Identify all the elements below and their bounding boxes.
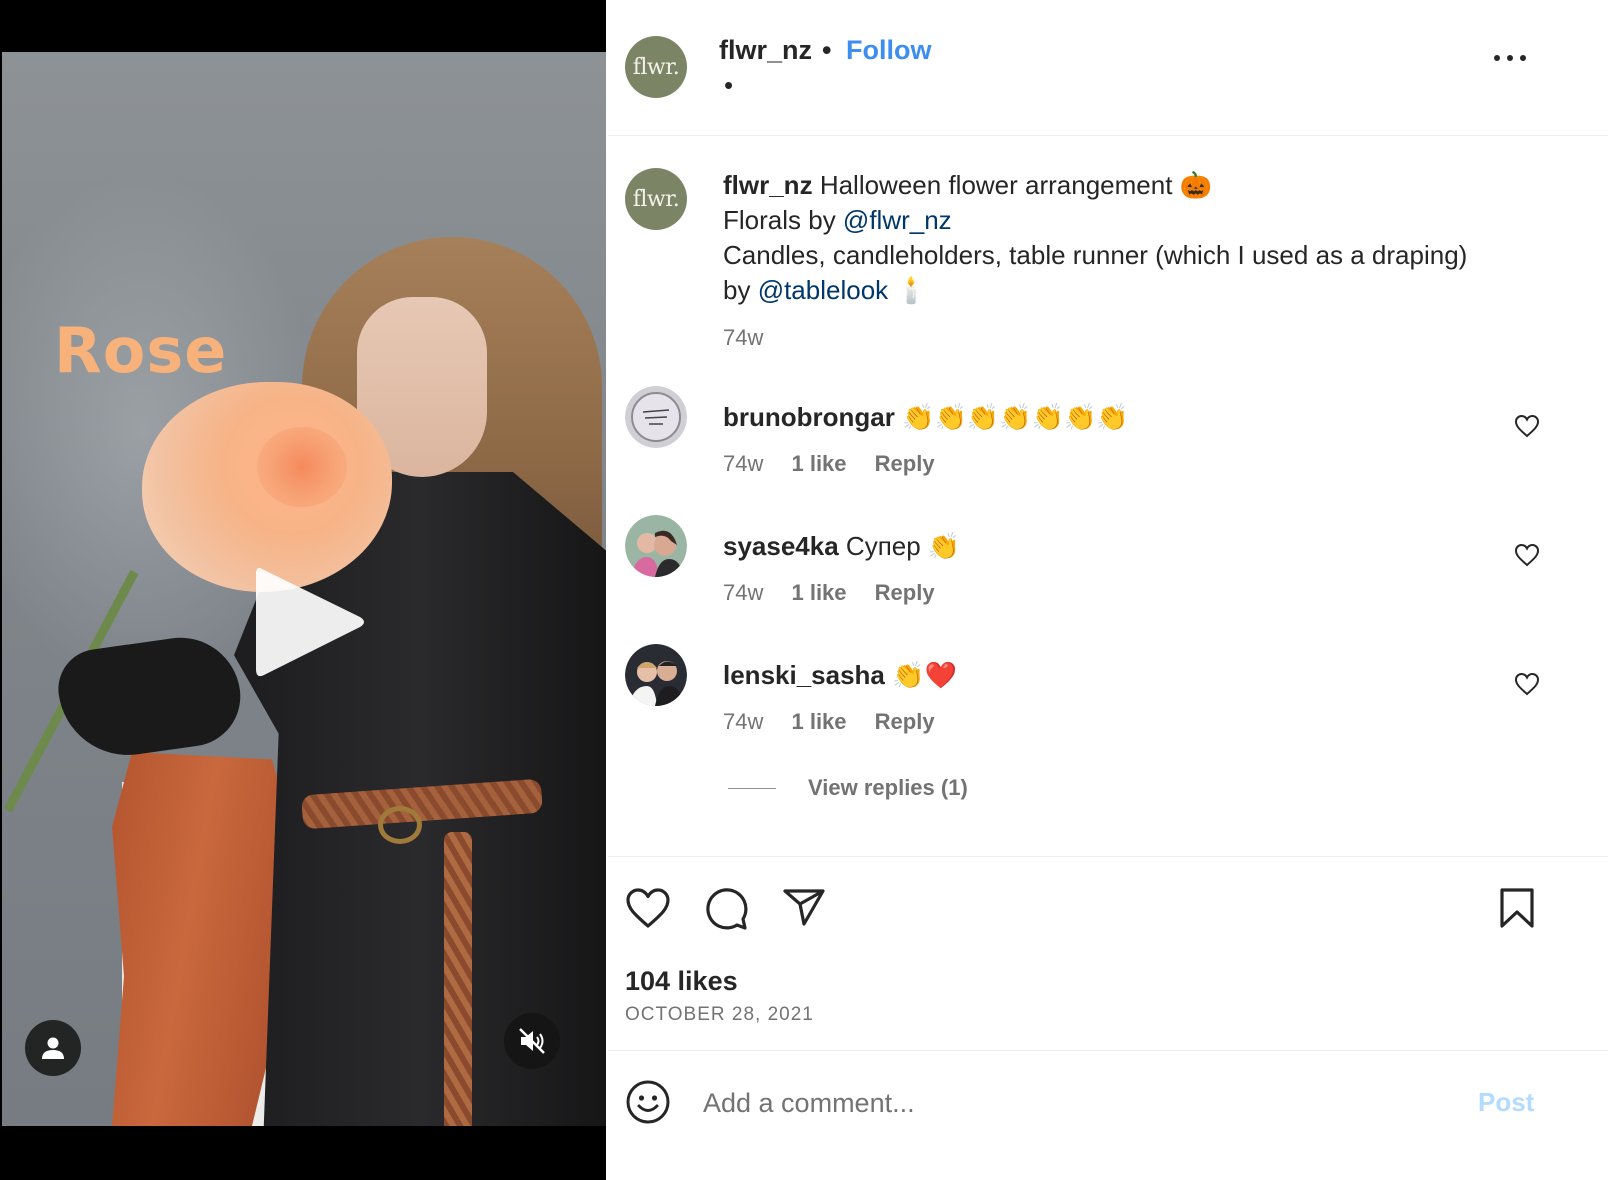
author-username[interactable]: flwr_nz (719, 35, 812, 66)
comment-meta: 74w 1 like Reply (723, 709, 957, 735)
more-options-icon[interactable] (1493, 52, 1527, 64)
comment-item: brunobrongar 👏👏👏👏👏👏👏 74w 1 like Reply (608, 386, 1608, 512)
comment-likes[interactable]: 1 like (791, 709, 846, 734)
reply-button[interactable]: Reply (875, 580, 935, 605)
rose-center (257, 427, 347, 507)
heart-icon[interactable] (625, 887, 671, 929)
caption-line-1: flwr_nz Halloween flower arrangement 🎃 (723, 168, 1523, 203)
reply-button[interactable]: Reply (875, 451, 935, 476)
comment-body: 👏👏👏👏👏👏👏 (894, 402, 1129, 432)
caption-florals-label: Florals by (723, 205, 843, 235)
comment-time[interactable]: 74w (723, 451, 763, 476)
post-details-panel: flwr. flwr_nz • Follow • flwr. flwr_nz H… (608, 0, 1608, 1180)
view-replies-button[interactable]: View replies (1) (728, 775, 968, 801)
candle-emoji: 🕯️ (888, 275, 928, 305)
comment-likes[interactable]: 1 like (791, 580, 846, 605)
caption-line-2: Florals by @flwr_nz (723, 203, 1523, 238)
caption-by-label: by (723, 275, 758, 305)
belt-buckle (378, 806, 422, 844)
header-separator: • (822, 35, 832, 65)
caption-text: flwr_nz Halloween flower arrangement 🎃 F… (723, 168, 1523, 355)
avatar-logo-text: flwr. (632, 54, 680, 80)
caption-username[interactable]: flwr_nz (723, 170, 813, 200)
comment-text: lenski_sasha 👏❤️ (723, 660, 957, 691)
post-header: flwr. flwr_nz • Follow • (608, 0, 1608, 136)
comment-text: syase4ka Супер 👏 (723, 531, 960, 562)
comment-icon[interactable] (704, 887, 748, 931)
mute-toggle-button[interactable] (504, 1013, 560, 1069)
view-replies-label[interactable]: View replies (1) (808, 775, 968, 801)
user-tag-icon (42, 1037, 64, 1059)
comment-body: Супер 👏 (838, 531, 961, 561)
instagram-post-view: Rose flwr. flwr_nz • Follow • flwr. flwr… (0, 0, 1608, 1180)
view-replies-divider (728, 787, 776, 789)
comment-likes[interactable]: 1 like (791, 451, 846, 476)
author-avatar[interactable]: flwr. (625, 36, 687, 98)
caption-title: Halloween flower arrangement 🎃 (819, 170, 1213, 200)
comment-item: syase4ka Супер 👏 74w 1 like Reply (608, 515, 1608, 641)
comment-time[interactable]: 74w (723, 580, 763, 605)
comment-item: lenski_sasha 👏❤️ 74w 1 like Reply (608, 644, 1608, 770)
avatar-image (625, 515, 687, 577)
caption-line-3: Candles, candleholders, table runner (wh… (723, 240, 1468, 270)
share-icon[interactable] (782, 887, 826, 927)
comment-username[interactable]: lenski_sasha (723, 660, 885, 690)
comment-like-heart-icon[interactable] (1514, 543, 1540, 567)
header-subline: • (724, 70, 734, 100)
avatar-image (625, 386, 687, 448)
post-actions: 104 likes OCTOBER 28, 2021 (608, 856, 1608, 1051)
comment-username[interactable]: syase4ka (723, 531, 839, 561)
comment-input[interactable] (703, 1082, 1463, 1124)
avatar-image (625, 644, 687, 706)
comment-username[interactable]: brunobrongar (723, 402, 895, 432)
comment-like-heart-icon[interactable] (1514, 414, 1540, 438)
caption-timestamp[interactable]: 74w (723, 320, 1523, 355)
video-frame[interactable]: Rose (2, 52, 606, 1126)
emoji-icon[interactable] (625, 1079, 671, 1125)
commenter-avatar[interactable] (625, 515, 687, 577)
comment-meta: 74w 1 like Reply (723, 580, 957, 606)
play-icon[interactable] (242, 557, 372, 687)
post-comment-button[interactable]: Post (1478, 1087, 1534, 1118)
mention-flwr-nz[interactable]: @flwr_nz (843, 205, 952, 235)
bookmark-icon[interactable] (1499, 887, 1535, 929)
likes-count[interactable]: 104 likes (625, 966, 738, 997)
post-media[interactable]: Rose (0, 0, 606, 1180)
reply-button[interactable]: Reply (875, 709, 935, 734)
comment-meta: 74w 1 like Reply (723, 451, 957, 477)
post-date: OCTOBER 28, 2021 (625, 1004, 814, 1025)
commenter-avatar[interactable] (625, 386, 687, 448)
user-tag-button[interactable] (25, 1020, 81, 1076)
muted-speaker-icon (519, 1028, 545, 1054)
comment-time[interactable]: 74w (723, 709, 763, 734)
add-comment-bar: Post (608, 1052, 1608, 1152)
caption-author-avatar[interactable]: flwr. (625, 168, 687, 230)
belt-tail (444, 832, 472, 1126)
comment-text: brunobrongar 👏👏👏👏👏👏👏 (723, 402, 1129, 433)
comment-body: 👏❤️ (884, 660, 957, 690)
follow-button[interactable]: Follow (846, 35, 931, 66)
caption-line-4: by @tablelook 🕯️ (723, 273, 1523, 308)
mention-tablelook[interactable]: @tablelook (758, 275, 888, 305)
video-overlay-text: Rose (54, 314, 228, 387)
commenter-avatar[interactable] (625, 644, 687, 706)
comment-like-heart-icon[interactable] (1514, 672, 1540, 696)
avatar-logo-text: flwr. (632, 186, 680, 212)
